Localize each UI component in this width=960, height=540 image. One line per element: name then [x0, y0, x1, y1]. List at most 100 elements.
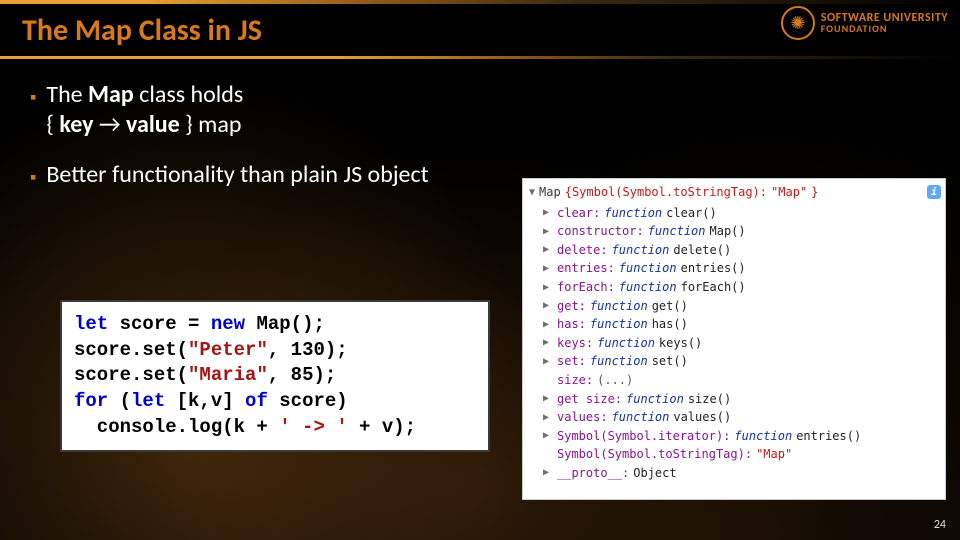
console-function-keyword: function: [590, 315, 648, 334]
logo-text: SOFTWARE UNIVERSITY FOUNDATION: [821, 12, 948, 34]
bullet-marker-icon: ▪: [30, 166, 36, 190]
console-prop-name: get:: [557, 297, 586, 316]
code-txt: , 85);: [268, 364, 336, 386]
code-txt: (: [120, 390, 131, 412]
code-txt: score =: [108, 313, 211, 335]
console-prop-name: forEach:: [557, 278, 615, 297]
bullet-1-bold3: value: [121, 110, 180, 139]
console-prop-name: get size:: [557, 390, 622, 409]
console-plain-value: (...): [597, 371, 633, 390]
console-prop-name: keys:: [557, 334, 593, 353]
bullet-2: ▪ Better functionality than plain JS obj…: [30, 160, 520, 190]
console-function-keyword: function: [734, 427, 792, 446]
console-row[interactable]: ▶constructor: function Map(): [529, 222, 941, 241]
slide-title: The Map Class in JS: [22, 12, 262, 49]
bullet-1-post: } map: [180, 110, 242, 139]
expand-triangle-icon[interactable]: ▶: [543, 280, 553, 296]
console-prop-name: Symbol(Symbol.iterator):: [557, 427, 730, 446]
console-function-keyword: function: [619, 259, 677, 278]
bullet-1-bold1: Map: [88, 80, 134, 109]
console-row[interactable]: ▶Symbol(Symbol.iterator): function entri…: [529, 427, 941, 446]
expand-triangle-icon[interactable]: ▶: [543, 317, 553, 333]
expand-triangle-icon[interactable]: ▶: [543, 465, 553, 481]
slide-content: ▪ The Map class holds { key → value } ma…: [30, 80, 520, 210]
expand-triangle-icon[interactable]: ▶: [543, 410, 553, 426]
console-prop-name: entries:: [557, 259, 615, 278]
console-prop-name: size:: [557, 371, 593, 390]
logo: ✺ SOFTWARE UNIVERSITY FOUNDATION: [781, 6, 948, 40]
bullet-1-text: The Map class holds { key → value } map: [46, 80, 243, 140]
console-prop-name: delete:: [557, 241, 608, 260]
console-function-sig: forEach(): [681, 278, 746, 297]
expand-triangle-icon[interactable]: ▼: [529, 185, 535, 201]
code-txt: score.set(: [74, 364, 188, 386]
bullet-1: ▪ The Map class holds { key → value } ma…: [30, 80, 520, 140]
code-str: "Peter": [188, 339, 268, 361]
expand-triangle-icon[interactable]: ▶: [543, 335, 553, 351]
console-row[interactable]: ▶get: function get(): [529, 297, 941, 316]
bullet-marker-icon: ▪: [30, 86, 36, 140]
console-string-value: "Map": [756, 445, 792, 464]
console-function-keyword: function: [590, 352, 648, 371]
expand-triangle-icon[interactable]: ▶: [543, 224, 553, 240]
code-txt: + v);: [348, 416, 416, 438]
console-row[interactable]: ▶forEach: function forEach(): [529, 278, 941, 297]
console-row[interactable]: ▶get size: function size(): [529, 390, 941, 409]
console-row[interactable]: ▶entries: function entries(): [529, 259, 941, 278]
code-str: "Maria": [188, 364, 268, 386]
console-prop-name: clear:: [557, 204, 600, 223]
console-head-key: {Symbol(Symbol.toStringTag):: [565, 183, 767, 202]
console-function-sig: entries(): [796, 427, 861, 446]
console-prop-name: values:: [557, 408, 608, 427]
code-txt: console.log(k +: [74, 416, 279, 438]
expand-triangle-icon[interactable]: ▶: [543, 428, 553, 444]
console-function-sig: keys(): [659, 334, 702, 353]
expand-triangle-icon[interactable]: ▶: [543, 242, 553, 258]
console-function-sig: delete(): [673, 241, 731, 260]
console-row[interactable]: Symbol(Symbol.toStringTag): "Map": [529, 445, 941, 464]
code-kw: for: [74, 390, 120, 412]
console-row[interactable]: ▶set: function set(): [529, 352, 941, 371]
code-sample: let score = new Map(); score.set("Peter"…: [60, 300, 490, 452]
expand-triangle-icon[interactable]: ▶: [543, 354, 553, 370]
console-row[interactable]: size: (...): [529, 371, 941, 390]
expand-triangle-icon[interactable]: ▶: [543, 205, 553, 221]
code-txt: , 130);: [268, 339, 348, 361]
console-prop-name: constructor:: [557, 222, 644, 241]
console-row[interactable]: ▶values: function values(): [529, 408, 941, 427]
console-map-label: Map: [539, 183, 561, 202]
bullet-2-text: Better functionality than plain JS objec…: [46, 160, 428, 190]
console-function-keyword: function: [612, 408, 670, 427]
console-row[interactable]: ▶keys: function keys(): [529, 334, 941, 353]
top-accent-bar: [0, 0, 960, 4]
code-kw: let: [131, 390, 177, 412]
console-row[interactable]: ▶__proto__: Object: [529, 464, 941, 483]
console-function-keyword: function: [604, 204, 662, 223]
bullet-1-bold2: key: [59, 110, 99, 139]
console-object-header[interactable]: ▼ Map {Symbol(Symbol.toStringTag): "Map"…: [529, 183, 941, 202]
console-row[interactable]: ▶delete: function delete(): [529, 241, 941, 260]
devtools-console-panel: ▼ Map {Symbol(Symbol.toStringTag): "Map"…: [522, 178, 946, 500]
console-function-sig: entries(): [681, 259, 746, 278]
console-function-sig: clear(): [666, 204, 717, 223]
expand-triangle-icon[interactable]: ▶: [543, 391, 553, 407]
expand-triangle-icon[interactable]: ▶: [543, 261, 553, 277]
console-head-val: "Map": [771, 183, 807, 202]
console-row[interactable]: ▶has: function has(): [529, 315, 941, 334]
code-txt: Map();: [245, 313, 325, 335]
console-rows: ▶clear: function clear()▶constructor: fu…: [529, 204, 941, 483]
console-function-keyword: function: [648, 222, 706, 241]
title-underline: [0, 56, 960, 59]
console-object-value: Object: [633, 464, 676, 483]
info-icon[interactable]: i: [927, 185, 941, 199]
console-function-sig: get(): [652, 297, 688, 316]
console-row[interactable]: ▶clear: function clear(): [529, 204, 941, 223]
console-function-keyword: function: [612, 241, 670, 260]
console-prop-name: has:: [557, 315, 586, 334]
expand-triangle-icon[interactable]: ▶: [543, 298, 553, 314]
console-function-keyword: function: [590, 297, 648, 316]
code-txt: score.set(: [74, 339, 188, 361]
console-function-keyword: function: [619, 278, 677, 297]
console-function-sig: has(): [652, 315, 688, 334]
console-function-sig: set(): [652, 352, 688, 371]
